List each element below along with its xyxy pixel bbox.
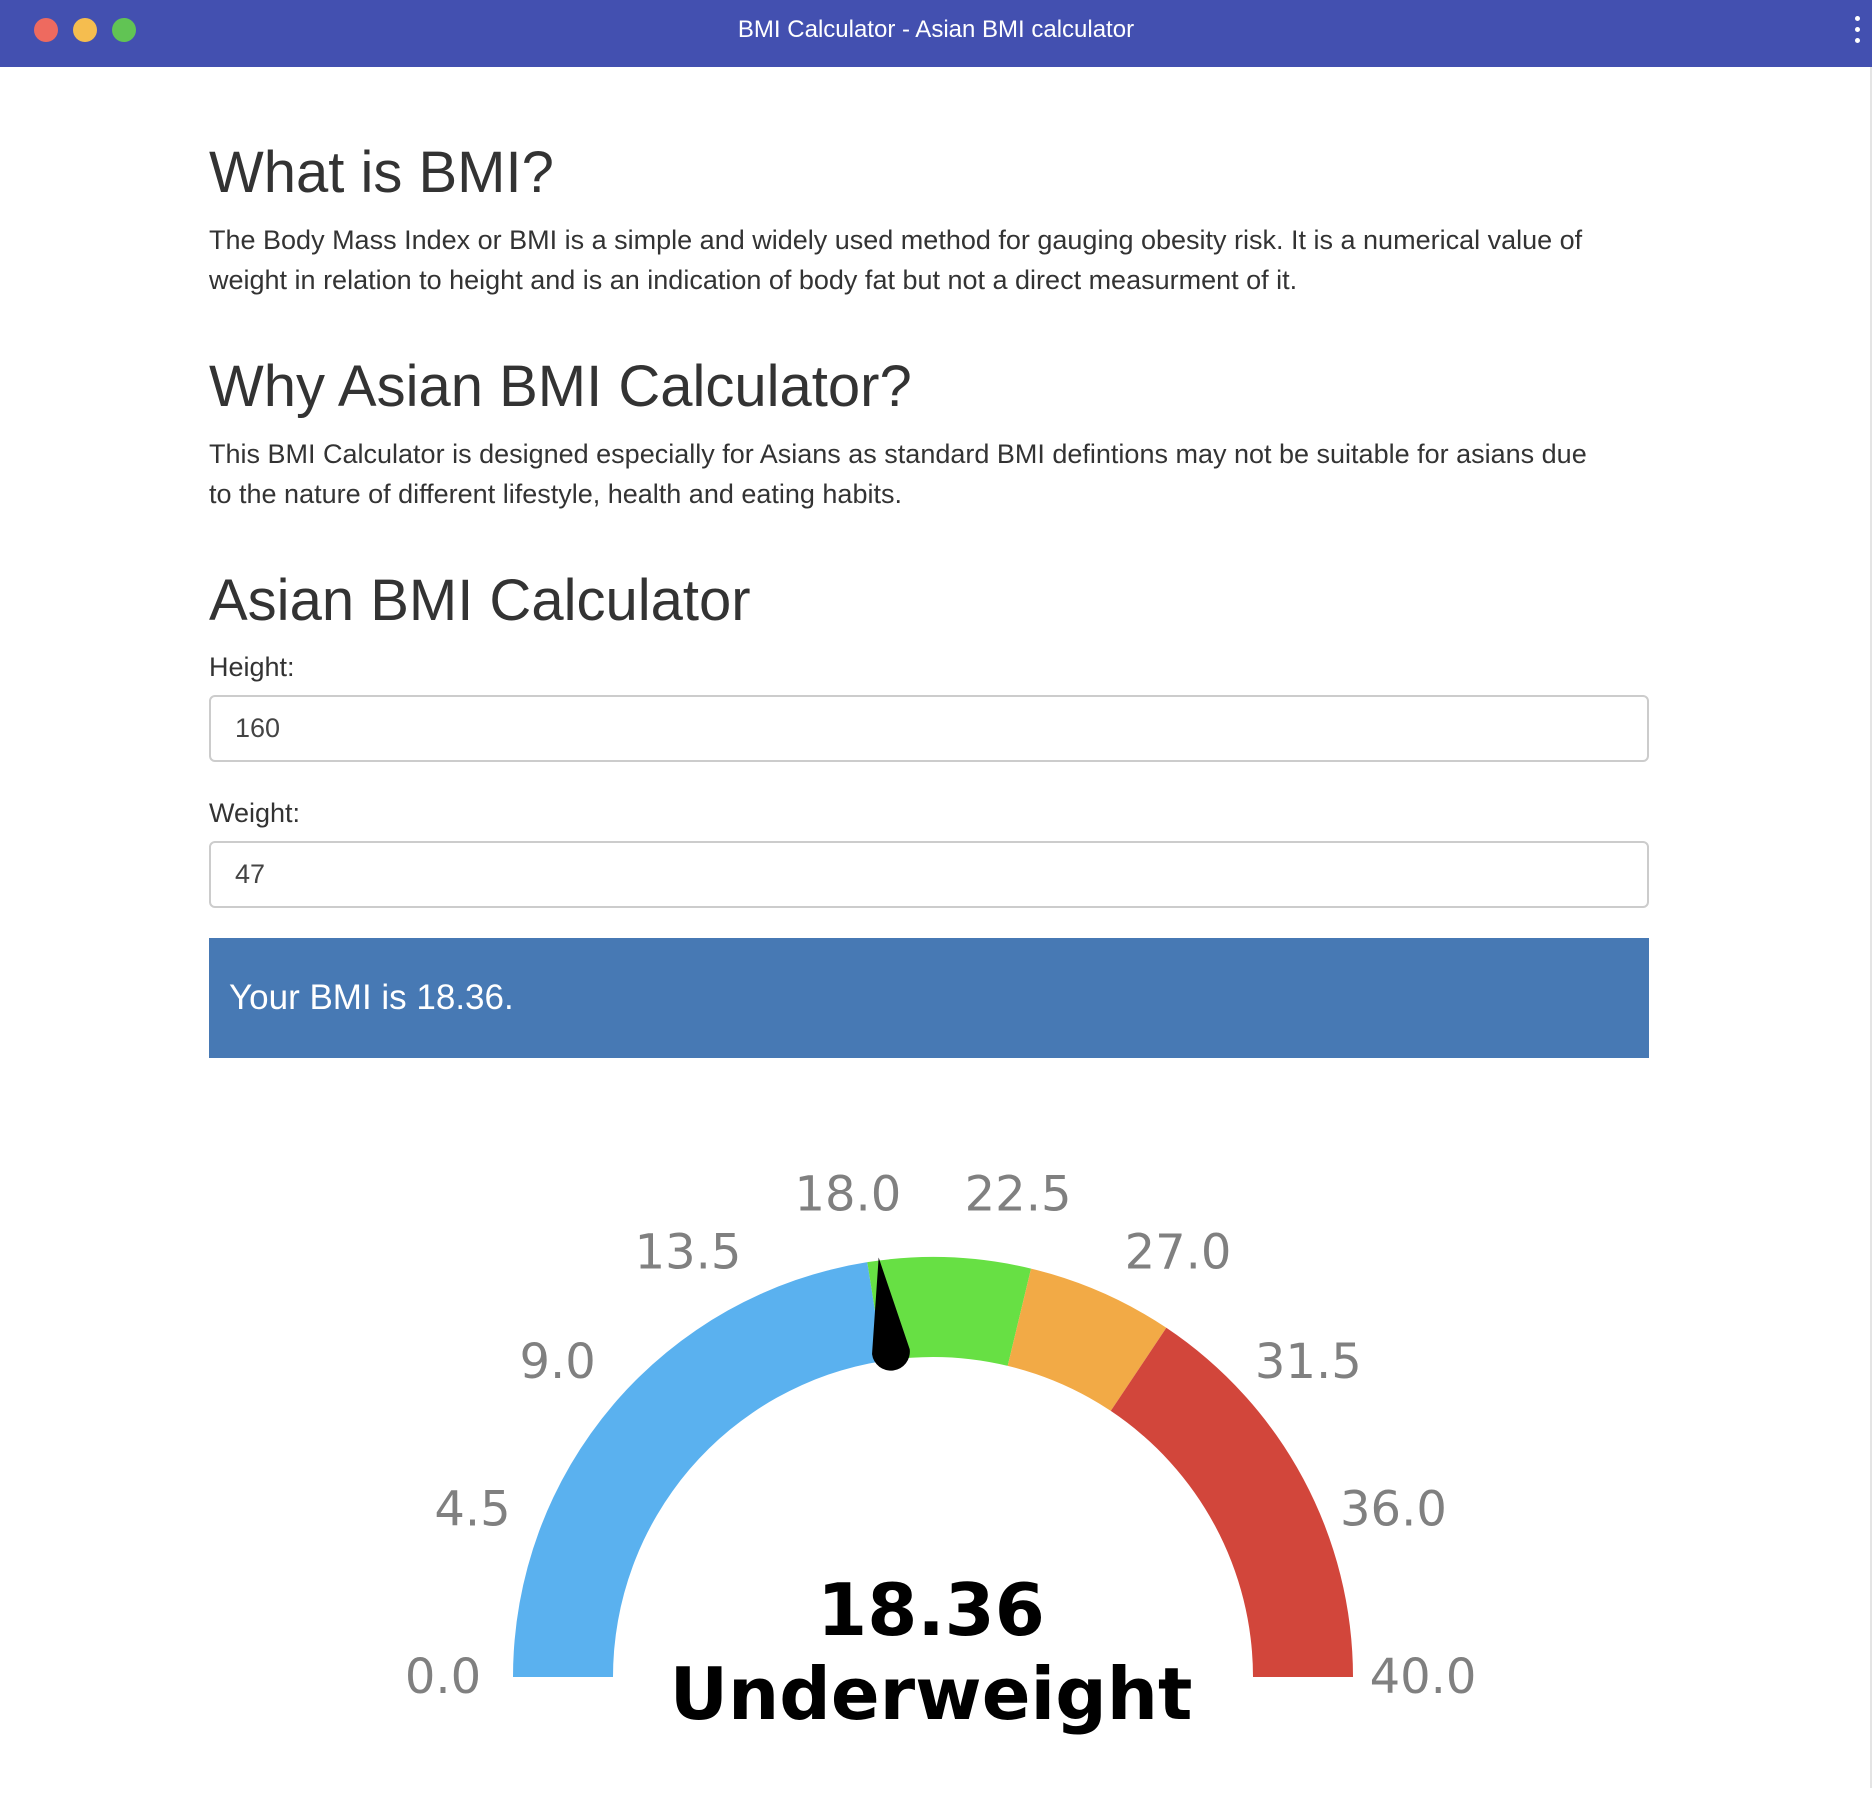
window-title: BMI Calculator - Asian BMI calculator <box>737 16 1135 43</box>
page-content: What is BMI? The Body Mass Index or BMI … <box>209 67 1649 1058</box>
gauge-value-text: 18.36 <box>817 1568 1045 1652</box>
weight-label: Weight: <box>209 798 301 828</box>
gauge-tick-label: 27.0 <box>1125 1225 1232 1281</box>
gauge-tick-label: 9.0 <box>519 1334 595 1390</box>
bmi-gauge-chart: 0.0 4.5 9.0 13.5 18.0 22.5 27.0 31.5 36.0 40.0 18… <box>405 1166 1477 1736</box>
what-is-bmi-heading: What is BMI? <box>209 140 554 205</box>
window-titlebar: BMI Calculator - Asian BMI calculator <box>0 0 1872 67</box>
why-asian-bmi-line-2: to the nature of different lifestyle, he… <box>209 479 902 509</box>
why-asian-bmi-heading: Why Asian BMI Calculator? <box>209 354 912 419</box>
gauge-category-text: Underweight <box>670 1652 1193 1736</box>
bmi-result-banner: Your BMI is 18.36. <box>209 938 1649 1058</box>
gauge-tick-label: 18.0 <box>794 1166 901 1222</box>
calculator-heading: Asian BMI Calculator <box>209 568 751 633</box>
height-label: Height: <box>209 652 295 682</box>
gauge-tick-label: 36.0 <box>1340 1481 1447 1537</box>
what-is-bmi-line-2: weight in relation to height and is an i… <box>209 265 1298 295</box>
why-asian-bmi-line-1: This BMI Calculator is designed especial… <box>209 439 1587 469</box>
gauge-tick-label: 40.0 <box>1370 1649 1477 1705</box>
gauge-tick-label: 13.5 <box>635 1225 742 1281</box>
more-options-icon[interactable] <box>1852 16 1862 48</box>
gauge-tick-label: 31.5 <box>1255 1334 1362 1390</box>
gauge-tick-label: 4.5 <box>434 1481 510 1537</box>
bmi-gauge: 0.0 4.5 9.0 13.5 18.0 22.5 27.0 31.5 36.0 40.0 18… <box>0 1100 1872 1788</box>
gauge-tick-label: 22.5 <box>965 1166 1072 1222</box>
gauge-tick-label: 0.0 <box>405 1649 481 1705</box>
what-is-bmi-line-1: The Body Mass Index or BMI is a simple a… <box>209 225 1583 255</box>
weight-input[interactable] <box>209 841 1649 908</box>
height-input[interactable] <box>209 695 1649 762</box>
